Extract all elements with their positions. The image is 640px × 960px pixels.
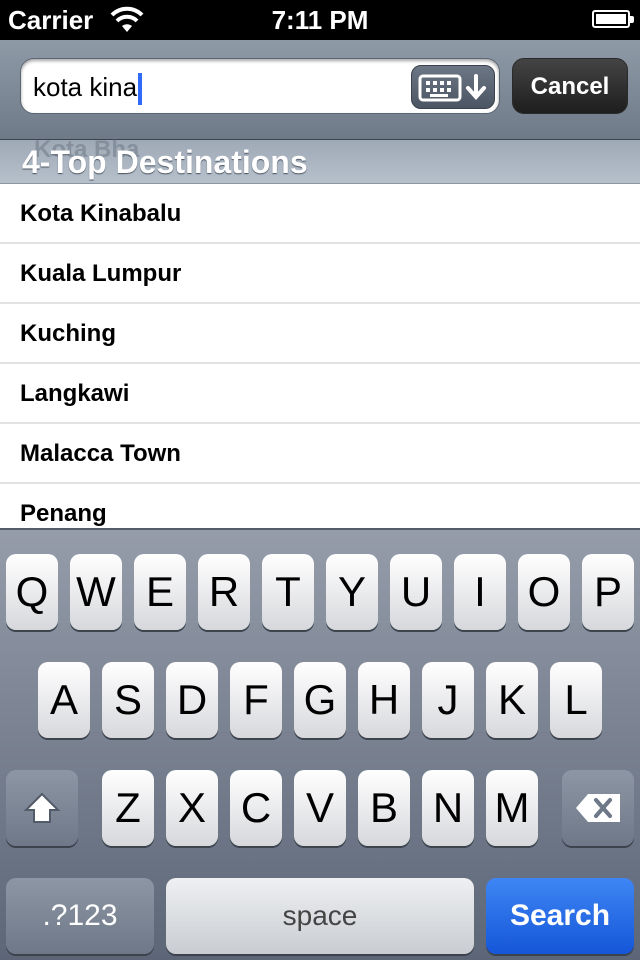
key-w[interactable]: W xyxy=(70,554,122,630)
search-key[interactable]: Search xyxy=(486,878,634,954)
key-f[interactable]: F xyxy=(230,662,282,738)
key-v[interactable]: V xyxy=(294,770,346,846)
search-input[interactable]: kota kina xyxy=(20,58,500,114)
key-h[interactable]: H xyxy=(358,662,410,738)
key-c[interactable]: C xyxy=(230,770,282,846)
key-r[interactable]: R xyxy=(198,554,250,630)
list-item[interactable]: Kuching xyxy=(0,304,640,364)
key-g[interactable]: G xyxy=(294,662,346,738)
key-d[interactable]: D xyxy=(166,662,218,738)
clock: 7:11 PM xyxy=(271,5,369,35)
text-caret xyxy=(138,73,143,106)
list-item[interactable]: Kota Kinabalu xyxy=(0,184,640,244)
list-item[interactable]: Kuala Lumpur xyxy=(0,244,640,304)
key-x[interactable]: X xyxy=(166,770,218,846)
results-list: Kota Kinabalu Kuala Lumpur Kuching Langk… xyxy=(0,184,640,528)
section-header: Kota Bha 4-Top Destinations xyxy=(0,136,640,184)
key-l[interactable]: L xyxy=(550,662,602,738)
key-q[interactable]: Q xyxy=(6,554,58,630)
key-y[interactable]: Y xyxy=(326,554,378,630)
search-bar: kota kina Cancel xyxy=(0,40,640,140)
list-item[interactable]: Malacca Town xyxy=(0,424,640,484)
key-j[interactable]: J xyxy=(422,662,474,738)
space-key[interactable]: space xyxy=(166,878,474,954)
key-m[interactable]: M xyxy=(486,770,538,846)
key-a[interactable]: A xyxy=(38,662,90,738)
key-u[interactable]: U xyxy=(390,554,442,630)
keyboard: Q W E R T Y U I O P A S D F G H J K L Z … xyxy=(0,528,640,960)
key-i[interactable]: I xyxy=(454,554,506,630)
key-k[interactable]: K xyxy=(486,662,538,738)
dismiss-keyboard-button[interactable] xyxy=(411,65,495,109)
backspace-icon xyxy=(576,794,620,822)
shift-icon xyxy=(23,792,61,823)
list-item[interactable]: Penang xyxy=(0,484,640,528)
key-z[interactable]: Z xyxy=(102,770,154,846)
search-text: kota kina xyxy=(33,72,138,102)
shift-key[interactable] xyxy=(6,770,78,846)
section-title: 4-Top Destinations xyxy=(22,144,308,180)
status-bar: Carrier 7:11 PM xyxy=(0,0,640,40)
key-p[interactable]: P xyxy=(582,554,634,630)
keyboard-hide-icon xyxy=(418,74,486,102)
cancel-button[interactable]: Cancel xyxy=(512,58,628,114)
delete-key[interactable] xyxy=(562,770,634,846)
key-s[interactable]: S xyxy=(102,662,154,738)
key-n[interactable]: N xyxy=(422,770,474,846)
battery-icon xyxy=(592,10,634,28)
key-t[interactable]: T xyxy=(262,554,314,630)
key-b[interactable]: B xyxy=(358,770,410,846)
list-item[interactable]: Langkawi xyxy=(0,364,640,424)
key-e[interactable]: E xyxy=(134,554,186,630)
numbers-key[interactable]: .?123 xyxy=(6,878,154,954)
key-o[interactable]: O xyxy=(518,554,570,630)
